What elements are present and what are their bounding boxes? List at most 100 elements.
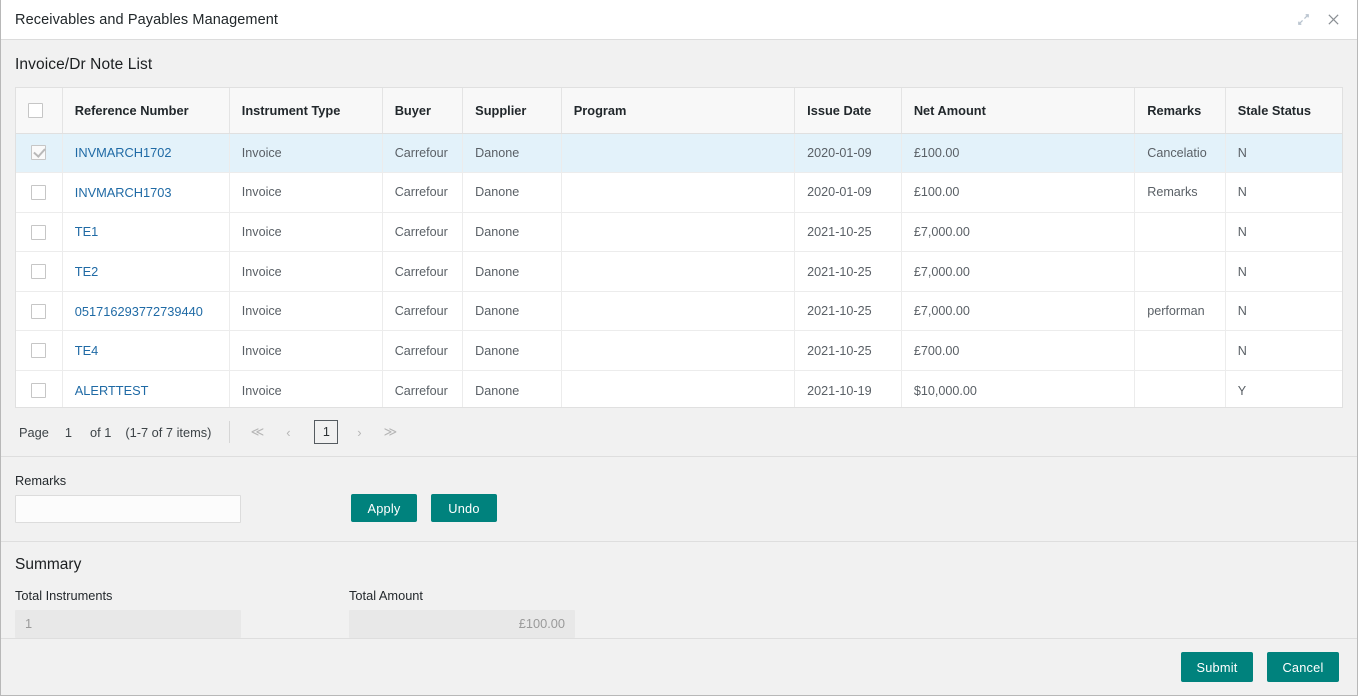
reference-number-link[interactable]: INVMARCH1702 [75,145,172,160]
cell-issue-date: 2020-01-09 [794,172,902,213]
table-header-row: Reference Number Instrument Type Buyer S… [16,88,1342,134]
cell-reference-number[interactable]: TE2 [62,251,230,292]
cell-buyer: Carrefour [382,172,464,213]
row-select-cell[interactable] [16,251,63,292]
pagination-bar: Page 1 of 1 (1-7 of 7 items) ≪ ‹ 1 › ≫ [1,408,1357,456]
pagination-divider [229,421,231,444]
reference-number-link[interactable]: 051716293772739440 [75,304,203,319]
select-all-header [16,88,63,134]
row-checkbox[interactable] [31,383,47,399]
cell-reference-number[interactable]: 051716293772739440 [62,291,230,332]
cell-remarks [1134,251,1226,292]
pagination-page-label: Page [19,424,49,440]
row-checkbox[interactable] [31,224,47,240]
row-select-cell[interactable] [16,370,63,408]
cell-net-amount: £700.00 [901,330,1136,372]
cell-issue-date: 2021-10-25 [794,291,902,332]
column-header-net-amount[interactable]: Net Amount [901,88,1136,134]
cell-program [561,251,796,292]
row-checkbox[interactable] [31,184,47,200]
column-header-reference-number[interactable]: Reference Number [62,88,230,134]
window-controls [1295,12,1345,28]
cell-instrument-type: Invoice [229,212,383,253]
pagination-current-page[interactable]: 1 [314,420,339,445]
cell-issue-date: 2021-10-19 [794,370,902,408]
cell-instrument-type: Invoice [229,330,383,372]
table-row[interactable]: INVMARCH1703 Invoice Carrefour Danone 2020-0… [16,172,1342,213]
cell-stale-status: N [1225,212,1342,253]
summary-title: Summary [15,555,82,573]
reference-number-link[interactable]: TE1 [75,224,98,239]
row-checkbox[interactable] [31,343,47,359]
cell-reference-number[interactable]: INVMARCH1702 [62,133,230,174]
cell-supplier: Danone [462,330,562,372]
table-row[interactable]: TE1 Invoice Carrefour Danone 2021-10-25 £7,00… [16,212,1342,253]
reference-number-link[interactable]: INVMARCH1703 [75,185,172,200]
column-header-stale-status[interactable]: Stale Status [1225,88,1342,134]
row-select-cell[interactable] [16,212,63,253]
table-row[interactable]: TE4 Invoice Carrefour Danone 2021-10-25 £700.… [16,330,1342,372]
table-row[interactable]: TE2 Invoice Carrefour Danone 2021-10-25 £7,00… [16,251,1342,292]
select-all-checkbox[interactable] [28,103,43,119]
pagination-next-icon[interactable]: › [346,419,372,445]
column-header-remarks[interactable]: Remarks [1134,88,1226,134]
cell-reference-number[interactable]: INVMARCH1703 [62,172,230,213]
cell-reference-number[interactable]: ALERTTEST [62,370,230,408]
cell-reference-number[interactable]: TE1 [62,212,230,253]
cancel-button[interactable]: Cancel [1267,652,1339,682]
table-body: INVMARCH1702 Invoice Carrefour Danone 2020-0… [16,133,1342,408]
undo-button[interactable]: Undo [431,494,497,522]
cell-program [561,330,796,372]
cell-program [561,212,796,253]
modal-window: Receivables and Payables Management Invo… [0,0,1358,696]
row-checkbox[interactable] [31,264,47,280]
reference-number-link[interactable]: ALERTTEST [75,383,149,398]
table-row[interactable]: INVMARCH1702 Invoice Carrefour Danone 2020-0… [16,133,1342,174]
apply-button[interactable]: Apply [351,494,417,522]
cell-stale-status: N [1225,291,1342,332]
close-icon[interactable] [1325,12,1341,28]
window-title: Receivables and Payables Management [15,11,279,28]
cell-program [561,172,796,213]
cell-supplier: Danone [462,172,562,213]
total-amount-value [349,609,575,638]
row-select-cell[interactable] [16,291,63,332]
cell-net-amount: £7,000.00 [901,251,1136,292]
modal-body: Invoice/Dr Note List Reference Number In… [1,40,1357,695]
cell-net-amount: £100.00 [901,133,1136,174]
cell-program [561,370,796,408]
reference-number-link[interactable]: TE4 [75,343,98,358]
pagination-prev-icon[interactable]: ‹ [275,419,301,445]
remarks-input[interactable] [15,495,241,523]
cell-remarks [1134,212,1226,253]
pagination-items-label: (1-7 of 7 items) [125,424,212,440]
row-select-cell[interactable] [16,133,63,174]
cell-stale-status: N [1225,172,1342,213]
submit-button[interactable]: Submit [1181,652,1253,682]
reference-number-link[interactable]: TE2 [75,264,98,279]
pagination-first-icon[interactable]: ≪ [244,419,270,445]
column-header-issue-date[interactable]: Issue Date [794,88,902,134]
cell-net-amount: £7,000.00 [901,291,1136,332]
row-checkbox[interactable] [31,303,47,319]
pagination-last-icon[interactable]: ≫ [377,419,403,445]
cell-supplier: Danone [462,291,562,332]
row-select-cell[interactable] [16,330,63,372]
cell-reference-number[interactable]: TE4 [62,330,230,372]
column-header-supplier[interactable]: Supplier [462,88,562,134]
modal-footer: Submit Cancel [1,638,1357,695]
row-select-cell[interactable] [16,172,63,213]
table-row[interactable]: 051716293772739440 Invoice Carrefour Danone… [16,291,1342,332]
cell-remarks [1134,330,1226,372]
minimize-icon[interactable] [1295,12,1311,28]
cell-supplier: Danone [462,251,562,292]
table-row[interactable]: ALERTTEST Invoice Carrefour Danone 2021-10-1… [16,370,1342,408]
cell-instrument-type: Invoice [229,172,383,213]
cell-net-amount: £100.00 [901,172,1136,213]
column-header-program[interactable]: Program [561,88,796,134]
column-header-instrument-type[interactable]: Instrument Type [229,88,383,134]
total-instruments-value [15,609,241,638]
column-header-buyer[interactable]: Buyer [382,88,464,134]
row-checkbox[interactable] [31,145,47,161]
remarks-section: Remarks Apply Undo [1,457,1357,541]
